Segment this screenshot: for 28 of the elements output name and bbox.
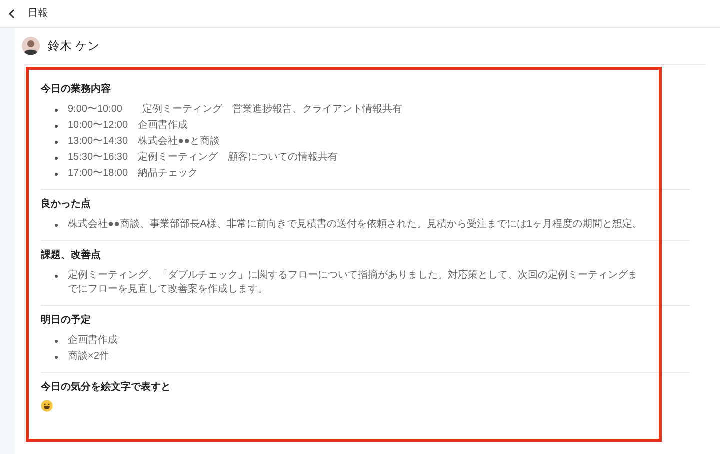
section-title: 今日の業務内容 <box>41 82 112 97</box>
section-title: 今日の気分を絵文字で表すと <box>41 380 172 395</box>
avatar-icon <box>22 37 40 55</box>
list-item-text: 企画書作成 <box>68 334 118 348</box>
bullet-icon <box>55 141 58 144</box>
user-name: 鈴木 ケン <box>48 38 100 55</box>
bullet-icon <box>55 275 58 278</box>
list-item-text: 株式会社●●商談、事業部部長A様、非常に前向きで見積書の送付を依頼された。見積から受注までには1ヶ月程度の期間と想定。 <box>68 218 642 232</box>
page-title: 日報 <box>28 6 48 21</box>
section-title: 良かった点 <box>41 197 92 212</box>
section-title: 明日の予定 <box>41 313 92 328</box>
bullet-icon <box>55 109 58 112</box>
bullet-icon <box>55 125 58 128</box>
list-item-text: 13:00〜14:30 株式会社●●と商談 <box>68 135 220 149</box>
list-item-text: 15:30〜16:30 定例ミーティング 顧客についての情報共有 <box>68 151 338 165</box>
back-icon[interactable] <box>8 8 16 18</box>
bullet-icon <box>55 356 58 359</box>
list-item-text: 定例ミーティング、「ダブルチェック」に関するフローについて指摘がありました。対応策として、次回の定例ミーティングまでにフローを見直して改善案を作成します。 <box>68 269 639 297</box>
bullet-icon <box>55 157 58 160</box>
section-title: 課題、改善点 <box>41 248 102 263</box>
bullet-icon <box>55 340 58 343</box>
bullet-icon <box>55 224 58 227</box>
list-item-text: 17:00〜18:00 納品チェック <box>68 167 198 181</box>
list-item-text: 9:00〜10:00 定例ミーティング 営業進捗報告、クライアント情報共有 <box>68 103 402 117</box>
list-item-text: 商談×2件 <box>68 350 110 364</box>
list-item-text: 10:00〜12:00 企画書作成 <box>68 119 188 133</box>
bullet-icon <box>55 173 58 176</box>
grinning-face-icon <box>41 400 53 412</box>
